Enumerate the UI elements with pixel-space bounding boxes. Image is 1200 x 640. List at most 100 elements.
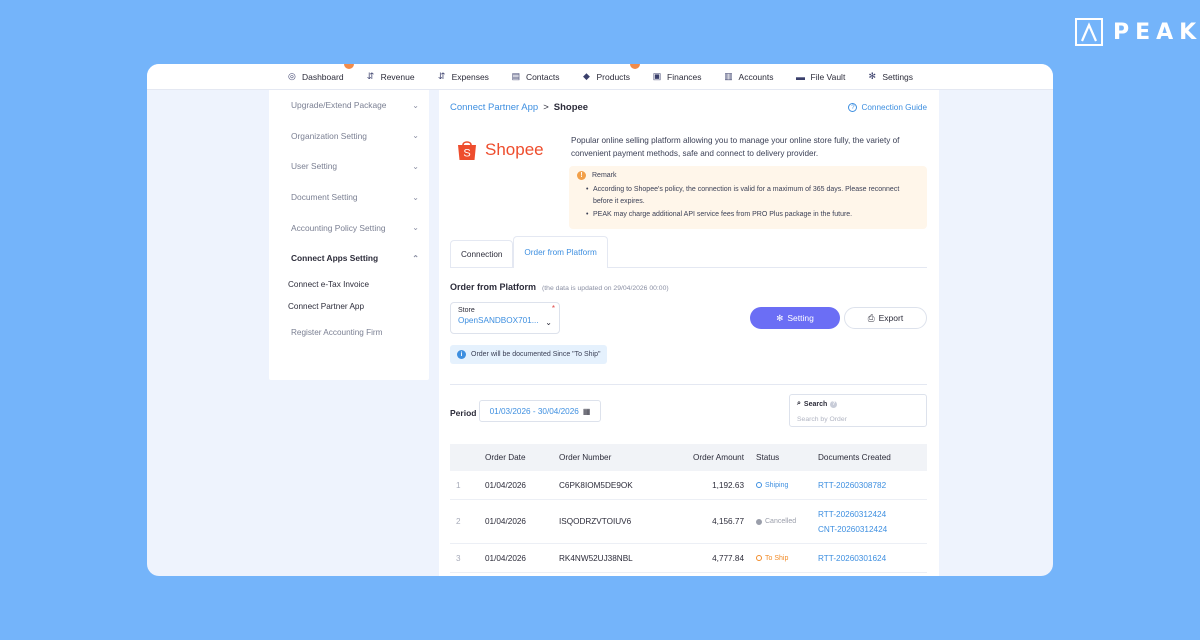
top-navigation: ◎ Dashboard ⇵ Revenue ⇵ Expenses ▤ Contacts ◆ Pro… bbox=[147, 64, 1053, 90]
nav-item-contacts[interactable]: ▤ Contacts bbox=[511, 71, 560, 82]
sidebar-item-label: Organization Setting bbox=[291, 130, 367, 141]
status-dot-icon bbox=[756, 482, 762, 488]
dashboard-icon: ◎ bbox=[288, 71, 296, 81]
gear-icon: ✻ bbox=[776, 312, 784, 323]
remark-box: ! Remark According to Shopee's policy, t… bbox=[569, 166, 927, 229]
col-header-number: Order Number bbox=[559, 453, 612, 462]
status-badge: Shiping bbox=[744, 482, 814, 489]
order-number: ISQODRZVTOIUV6 bbox=[559, 517, 632, 526]
order-number: C6PK8IOM5DE9OK bbox=[559, 480, 633, 490]
documents-created: RTT-20260301624 bbox=[814, 551, 927, 566]
export-button[interactable]: ⎙ Export bbox=[844, 307, 927, 329]
tab-order-from-platform[interactable]: Order from Platform bbox=[513, 236, 608, 268]
tab-connection[interactable]: Connection bbox=[450, 240, 514, 267]
nav-label: File Vault bbox=[810, 71, 846, 82]
sidebar-sub-partner-app[interactable]: Connect Partner App bbox=[269, 296, 429, 318]
setting-button[interactable]: ✻ Setting bbox=[750, 307, 840, 329]
nav-item-accounts[interactable]: ▥ Accounts bbox=[724, 71, 773, 82]
help-icon: ? bbox=[830, 400, 838, 408]
notification-dot bbox=[343, 64, 354, 69]
period-date-range-picker[interactable]: 01/03/2026 - 30/04/2026 ▦ bbox=[479, 400, 601, 422]
table-header: Order Date Order Number Order Amount Sta… bbox=[450, 444, 927, 471]
nav-item-expenses[interactable]: ⇵ Expenses bbox=[437, 71, 489, 82]
nav-item-file-vault[interactable]: ▬ File Vault bbox=[796, 71, 846, 82]
required-mark: * bbox=[551, 304, 555, 313]
order-date: 01/04/2026 bbox=[485, 553, 526, 563]
store-select[interactable]: Store * OpenSANDBOX701... ⌄ bbox=[450, 302, 560, 334]
partner-description: Popular online selling platform allowing… bbox=[571, 136, 900, 158]
breadcrumb-parent-link[interactable]: Connect Partner App bbox=[450, 102, 538, 113]
search-icon: ⌕ bbox=[797, 400, 801, 407]
status-badge: Cancelled bbox=[744, 518, 814, 525]
chevron-down-icon: ⌄ bbox=[412, 223, 419, 233]
chevron-down-icon: ⌄ bbox=[412, 192, 419, 202]
status-dot-icon bbox=[756, 555, 762, 561]
tab-bar: Connection Order from Platform bbox=[450, 236, 927, 268]
products-icon: ◆ bbox=[583, 71, 590, 81]
store-label: Store bbox=[458, 307, 475, 314]
table-row: 1 01/04/2026 C6PK8IOM5DE9OK 1,192.63 Shiping… bbox=[450, 471, 927, 500]
nav-label: Contacts bbox=[525, 71, 560, 82]
col-header-docs: Documents Created bbox=[818, 453, 891, 462]
document-link[interactable]: RTT-20260312424 bbox=[818, 507, 927, 522]
documents-created: RTT-20260312424 CNT-20260312424 bbox=[814, 507, 927, 537]
nav-item-finances[interactable]: ▣ Finances bbox=[652, 71, 702, 82]
nav-item-revenue[interactable]: ⇵ Revenue bbox=[366, 71, 415, 82]
order-date: 01/04/2026 bbox=[485, 517, 526, 526]
search-label: Search bbox=[803, 400, 828, 408]
sidebar-item-document-setting[interactable]: Document Setting ⌄ bbox=[269, 182, 429, 213]
row-index: 2 bbox=[456, 517, 461, 526]
search-input[interactable] bbox=[797, 416, 919, 423]
status-label: To Ship bbox=[765, 554, 789, 562]
accounts-icon: ▥ bbox=[724, 71, 733, 81]
sidebar-item-label: User Setting bbox=[291, 161, 338, 172]
gear-icon: ✻ bbox=[868, 71, 877, 81]
nav-item-dashboard[interactable]: ◎ Dashboard bbox=[287, 64, 354, 82]
sidebar-item-accounting-policy-setting[interactable]: Accounting Policy Setting ⌄ bbox=[269, 212, 429, 243]
row-index: 1 bbox=[456, 480, 461, 490]
table-row: 2 01/04/2026 ISQODRZVTOIUV6 4,156.77 Cancell… bbox=[450, 500, 927, 544]
nav-label: Revenue bbox=[380, 71, 415, 82]
shopee-wordmark: Shopee bbox=[485, 140, 544, 159]
nav-item-settings[interactable]: ✻ Settings bbox=[867, 71, 914, 82]
info-icon: i bbox=[457, 350, 466, 359]
nav-item-products[interactable]: ◆ Products bbox=[581, 64, 641, 82]
nav-label: Settings bbox=[882, 71, 914, 82]
sidebar-item-connect-apps-setting[interactable]: Connect Apps Setting ⌃ bbox=[269, 243, 429, 274]
sidebar-item-organization-setting[interactable]: Organization Setting ⌄ bbox=[269, 121, 429, 152]
document-link[interactable]: CNT-20260312424 bbox=[818, 522, 927, 537]
orders-table: Order Date Order Number Order Amount Sta… bbox=[450, 444, 927, 573]
sidebar-sub-etax[interactable]: Connect e-Tax Invoice bbox=[269, 274, 429, 296]
info-chip: i Order will be documented Since "To Shi… bbox=[450, 345, 608, 364]
row-index: 3 bbox=[456, 553, 461, 563]
sidebar-item-upgrade-extend-package[interactable]: Upgrade/Extend Package ⌄ bbox=[269, 90, 429, 121]
settings-sidebar: Upgrade/Extend Package ⌄ Organization Sett… bbox=[269, 90, 429, 380]
sidebar-item-label: Upgrade/Extend Package bbox=[291, 100, 387, 111]
sidebar-item-user-setting[interactable]: User Setting ⌄ bbox=[269, 151, 429, 182]
table-row: 3 01/04/2026 RK4NW52UJ38NBL 4,777.84 To Ship… bbox=[450, 544, 927, 573]
nav-label: Expenses bbox=[451, 71, 489, 82]
status-dot-icon bbox=[756, 518, 762, 525]
nav-label: Finances bbox=[667, 71, 702, 82]
revenue-icon: ⇵ bbox=[366, 71, 375, 81]
breadcrumb: Connect Partner App > Shopee bbox=[450, 102, 588, 113]
sidebar-register-firm[interactable]: Register Accounting Firm bbox=[269, 322, 429, 344]
connection-guide-link[interactable]: ? Connection Guide bbox=[848, 103, 927, 112]
chevron-down-icon: ⌄ bbox=[545, 318, 552, 327]
chevron-down-icon: ⌄ bbox=[412, 161, 419, 171]
order-amount: 4,156.77 bbox=[712, 517, 744, 526]
calendar-icon: ▦ bbox=[582, 406, 591, 416]
remark-title: Remark bbox=[592, 172, 617, 179]
export-button-label: Export bbox=[878, 313, 904, 323]
document-link[interactable]: RTT-20260301624 bbox=[818, 551, 927, 566]
section-title: Order from Platform (the data is updated… bbox=[450, 282, 669, 292]
expenses-icon: ⇵ bbox=[437, 71, 446, 81]
period-label: Period bbox=[450, 408, 477, 418]
status-label: Cancelled bbox=[765, 518, 797, 525]
status-label: Shiping bbox=[765, 481, 789, 489]
brand-name: PEAK bbox=[1113, 19, 1200, 45]
document-link[interactable]: RTT-20260308782 bbox=[818, 478, 927, 493]
sidebar-item-label: Connect Apps Setting bbox=[291, 253, 379, 264]
sidebar-item-label: Document Setting bbox=[291, 192, 358, 203]
info-chip-text: Order will be documented Since "To Ship" bbox=[471, 351, 601, 358]
